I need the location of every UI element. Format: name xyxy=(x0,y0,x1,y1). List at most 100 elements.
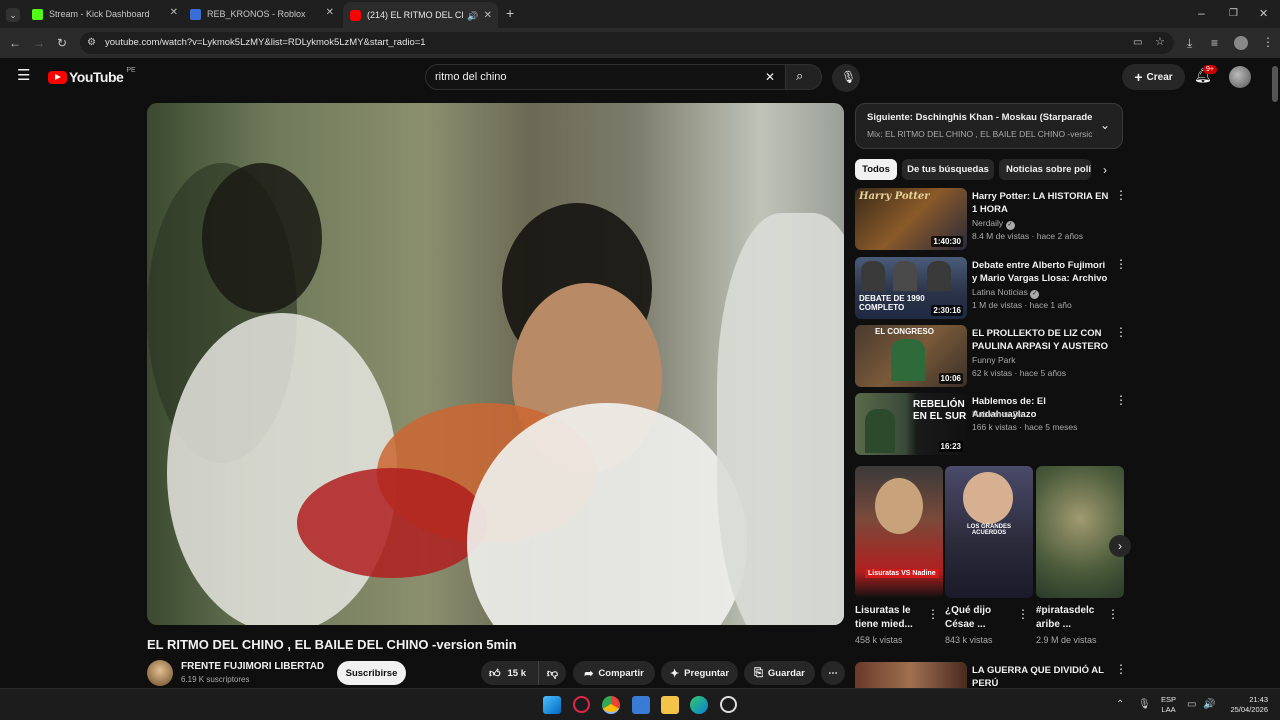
voice-search-button[interactable]: 🎙 xyxy=(832,64,860,92)
short-title[interactable]: #piratasdelc aribe ... xyxy=(1036,604,1106,632)
video-thumbnail[interactable]: Harry Potter 1:40:30 xyxy=(855,188,967,250)
window-close-icon[interactable]: ✕ xyxy=(1259,8,1268,20)
url-text[interactable]: youtube.com/watch?v=Lykmok5LzMY&list=RDL… xyxy=(105,37,426,48)
recommendation-item[interactable]: DEBATE DE 1990 COMPLETO 2:30:16 Debate e… xyxy=(855,257,1127,321)
menu-kebab-icon[interactable]: ⋮ xyxy=(1262,36,1274,48)
search-input[interactable]: ritmo del chino xyxy=(435,71,507,83)
opera-icon[interactable] xyxy=(573,696,590,713)
video-player[interactable] xyxy=(147,103,844,625)
tab-close-icon[interactable]: ✕ xyxy=(484,10,492,21)
forward-icon[interactable]: → xyxy=(33,37,45,49)
rec-title[interactable]: Harry Potter: LA HISTORIA EN 1 HORA xyxy=(972,190,1110,216)
network-icon[interactable]: ▭ xyxy=(1187,699,1196,711)
rec-menu-icon[interactable]: ⋮ xyxy=(1115,663,1127,675)
rec-menu-icon[interactable]: ⋮ xyxy=(1115,258,1127,270)
next-mix[interactable]: Mix: EL RITMO DEL CHINO , EL BAILE DEL C… xyxy=(867,129,1092,139)
back-icon[interactable]: ← xyxy=(9,37,21,49)
chevron-down-icon[interactable]: ⌄ xyxy=(1100,119,1110,131)
restore-icon[interactable]: ❐ xyxy=(1229,8,1238,20)
download-icon[interactable]: ⤓ xyxy=(1187,37,1192,49)
account-avatar[interactable] xyxy=(1229,66,1251,88)
clear-search-icon[interactable]: ✕ xyxy=(765,71,775,83)
rec-channel[interactable]: Funny Park xyxy=(972,355,1015,365)
volume-icon[interactable]: 🔊 xyxy=(1203,699,1215,711)
language-indicator[interactable]: ESP LAA xyxy=(1161,695,1176,715)
chip-de-tus-busquedas[interactable]: De tus búsquedas xyxy=(902,159,994,180)
rec-channel[interactable]: Hablemos De xyxy=(972,409,1024,419)
new-tab-icon[interactable]: + xyxy=(506,6,514,20)
recommendation-item[interactable]: Harry Potter 1:40:30 Harry Potter: LA HI… xyxy=(855,188,1127,252)
youtube-logo[interactable]: YouTube PE xyxy=(48,67,136,85)
short-title[interactable]: ¿Qué dijo Césae ... xyxy=(945,604,1015,632)
rec-channel[interactable]: Nerdaily ✓ xyxy=(972,218,1015,230)
rec-menu-icon[interactable]: ⋮ xyxy=(1115,394,1127,406)
chevron-up-icon[interactable]: ⌃ xyxy=(1116,699,1124,711)
site-info-icon[interactable]: ⚙ xyxy=(87,37,96,49)
short-title[interactable]: Lisuratas le tiene mied... xyxy=(855,604,925,632)
app-icon[interactable] xyxy=(720,696,737,713)
more-actions-button[interactable]: ⋯ xyxy=(821,661,845,685)
short-thumbnail[interactable]: LOS GRANDES ACUERDOS xyxy=(945,466,1033,598)
short-thumbnail[interactable] xyxy=(1036,466,1124,598)
extensions-icon[interactable]: ≡ xyxy=(1211,37,1218,49)
short-thumbnail[interactable]: Lisuratas VS Nadine xyxy=(855,466,943,598)
reload-icon[interactable]: ↻ xyxy=(57,37,67,49)
share-button[interactable]: ➦ Compartir xyxy=(573,661,655,685)
store-icon[interactable] xyxy=(632,696,650,714)
video-thumbnail[interactable]: REBELIÓN EN EL SUR 16:23 xyxy=(855,393,967,455)
rec-title[interactable]: Debate entre Alberto Fujimori y Mario Va… xyxy=(972,259,1110,286)
bookmark-star-icon[interactable]: ☆ xyxy=(1155,36,1165,48)
edge-icon[interactable] xyxy=(690,696,708,714)
cast-icon[interactable]: ▭ xyxy=(1133,37,1142,49)
rec-menu-icon[interactable]: ⋮ xyxy=(1115,326,1127,338)
minimize-icon[interactable]: – xyxy=(1198,7,1205,19)
short-menu-icon[interactable]: ⋮ xyxy=(1017,608,1029,620)
video-thumbnail[interactable] xyxy=(855,662,967,688)
tab-roblox[interactable]: REB_KRONOS - Roblox ✕ xyxy=(190,4,334,24)
tab-kick[interactable]: Stream - Kick Dashboard ✕ xyxy=(32,4,178,24)
search-box[interactable]: ritmo del chino ✕ xyxy=(425,64,786,90)
scrollbar-thumb[interactable] xyxy=(1272,66,1278,102)
chip-todos[interactable]: Todos xyxy=(855,159,897,180)
save-button[interactable]: ⎘ Guardar xyxy=(744,661,815,685)
up-next-panel[interactable]: Siguiente: Dschinghis Khan - Moskau (Sta… xyxy=(855,103,1123,149)
tab-search-icon[interactable]: ⌄ xyxy=(6,8,20,22)
chevron-right-icon[interactable]: › xyxy=(1103,164,1107,176)
video-thumbnail[interactable]: EL CONGRESO 10:06 xyxy=(855,325,967,387)
shorts-next-chevron-icon[interactable]: › xyxy=(1109,535,1131,557)
short-menu-icon[interactable]: ⋮ xyxy=(927,608,939,620)
rec-channel[interactable]: Latina Noticias ✓ xyxy=(972,287,1040,299)
address-bar[interactable]: ⚙ youtube.com/watch?v=Lykmok5LzMY&list=R… xyxy=(80,32,1174,54)
page-scrollbar[interactable] xyxy=(1271,58,1279,688)
subscribe-button[interactable]: Suscribirse xyxy=(337,661,406,685)
short-menu-icon[interactable]: ⋮ xyxy=(1107,608,1119,620)
rec-title[interactable]: LA GUERRA QUE DIVIDIÓ AL PERÚ xyxy=(972,664,1110,688)
tab-youtube-active[interactable]: (214) EL RITMO DEL CHINO 🔊 ✕ xyxy=(343,2,498,28)
dislike-button[interactable]: 👎︎ xyxy=(538,661,566,685)
like-button[interactable]: 👍︎ 15 k xyxy=(481,661,538,685)
hamburger-menu-icon[interactable]: ☰ xyxy=(17,68,30,83)
recommendation-item[interactable]: EL CONGRESO 10:06 EL PROLLEKTO DE LIZ CO… xyxy=(855,325,1127,389)
microphone-icon[interactable]: 🎙 xyxy=(1138,699,1151,711)
channel-name[interactable]: FRENTE FUJIMORI LIBERTAD xyxy=(181,661,324,672)
recommendation-item[interactable]: REBELIÓN EN EL SUR 16:23 Hablemos de: El… xyxy=(855,393,1127,457)
search-button[interactable]: ⌕ xyxy=(785,64,822,90)
next-title[interactable]: Dschinghis Khan - Moskau (Starparade 1..… xyxy=(916,112,1092,123)
channel-avatar[interactable] xyxy=(147,660,173,686)
clock[interactable]: 21:43 25/04/2026 xyxy=(1226,695,1268,715)
chip-noticias[interactable]: Noticias sobre polí xyxy=(999,159,1091,180)
next-label: Siguiente: xyxy=(867,112,913,123)
video-thumbnail[interactable]: DEBATE DE 1990 COMPLETO 2:30:16 xyxy=(855,257,967,319)
file-explorer-icon[interactable] xyxy=(661,696,679,714)
windows-start-icon[interactable] xyxy=(543,696,561,714)
recommendation-item[interactable]: LA GUERRA QUE DIVIDIÓ AL PERÚ ⋮ xyxy=(855,662,1127,688)
speaker-icon[interactable]: 🔊 xyxy=(467,11,478,22)
ask-button[interactable]: ✦ Preguntar xyxy=(661,661,738,685)
tab-close-icon[interactable]: ✕ xyxy=(170,7,178,18)
rec-title[interactable]: EL PROLLEKTO DE LIZ CON PAULINA ARPASI Y… xyxy=(972,327,1110,354)
profile-avatar[interactable] xyxy=(1234,36,1248,50)
rec-menu-icon[interactable]: ⋮ xyxy=(1115,189,1127,201)
chrome-icon[interactable] xyxy=(602,696,620,714)
tab-close-icon[interactable]: ✕ xyxy=(326,7,334,18)
create-button[interactable]: + Crear xyxy=(1122,64,1185,90)
